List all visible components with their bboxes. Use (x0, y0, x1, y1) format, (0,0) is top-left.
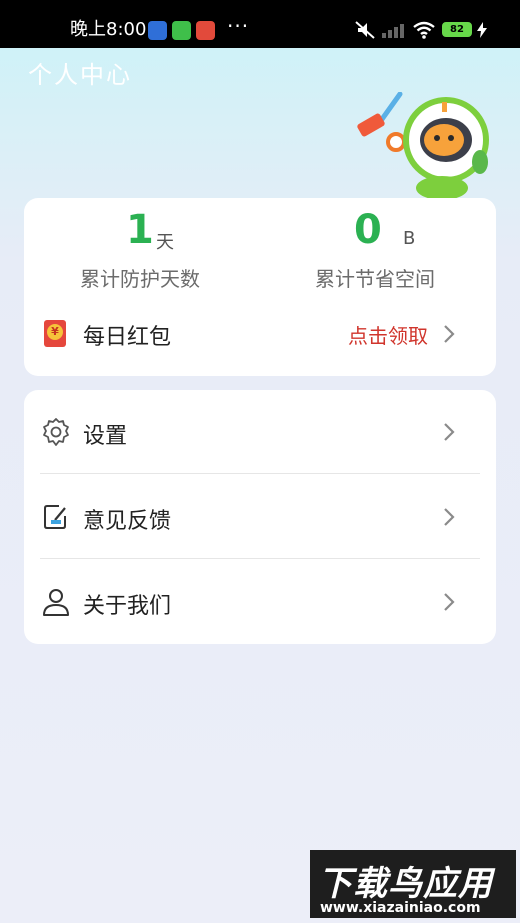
charging-icon (477, 22, 487, 38)
saved-space-label: 累计节省空间 (315, 267, 435, 291)
user-icon (43, 589, 69, 616)
chevron-right-icon (444, 423, 455, 441)
feedback-label: 意见反馈 (83, 509, 172, 534)
red-packet-label: 每日红包 (83, 325, 172, 350)
feedback-icon (44, 505, 66, 529)
status-time: 晚上8:00 (70, 19, 147, 40)
wifi-icon (413, 21, 435, 39)
gear-icon (43, 418, 69, 446)
status-bar: 晚上8:00 ··· 82 (0, 0, 520, 48)
yuan-icon: ¥ (47, 324, 63, 340)
protect-days-label: 累计防护天数 (80, 267, 200, 291)
notification-shop-icon (196, 21, 215, 40)
battery-indicator: 82 (442, 22, 472, 37)
chevron-right-icon (444, 508, 455, 526)
watermark-url: www.xiazainiao.com (320, 900, 481, 916)
watermark-title: 下载鸟应用 (318, 864, 493, 904)
more-notifications-icon: ··· (227, 14, 250, 38)
saved-space-unit: B (403, 228, 416, 249)
notification-chat-icon (172, 21, 191, 40)
mascot-illustration (357, 92, 489, 200)
settings-label: 设置 (83, 424, 128, 449)
chevron-right-icon (444, 593, 455, 611)
watermark-logo: 下载鸟应用 www.xiazainiao.com (310, 850, 516, 918)
saved-space-value: 0 (354, 207, 382, 253)
signal-icon (382, 24, 404, 38)
protect-days-value: 1 (126, 207, 154, 253)
claim-button[interactable]: 点击领取 (348, 320, 428, 349)
notification-app-icon (148, 21, 167, 40)
page-title: 个人中心 (28, 61, 132, 89)
chevron-right-icon (444, 325, 455, 343)
protect-days-unit: 天 (156, 232, 174, 253)
about-label: 关于我们 (83, 594, 172, 619)
mute-icon (355, 21, 375, 39)
red-packet-icon: ¥ (44, 320, 66, 347)
